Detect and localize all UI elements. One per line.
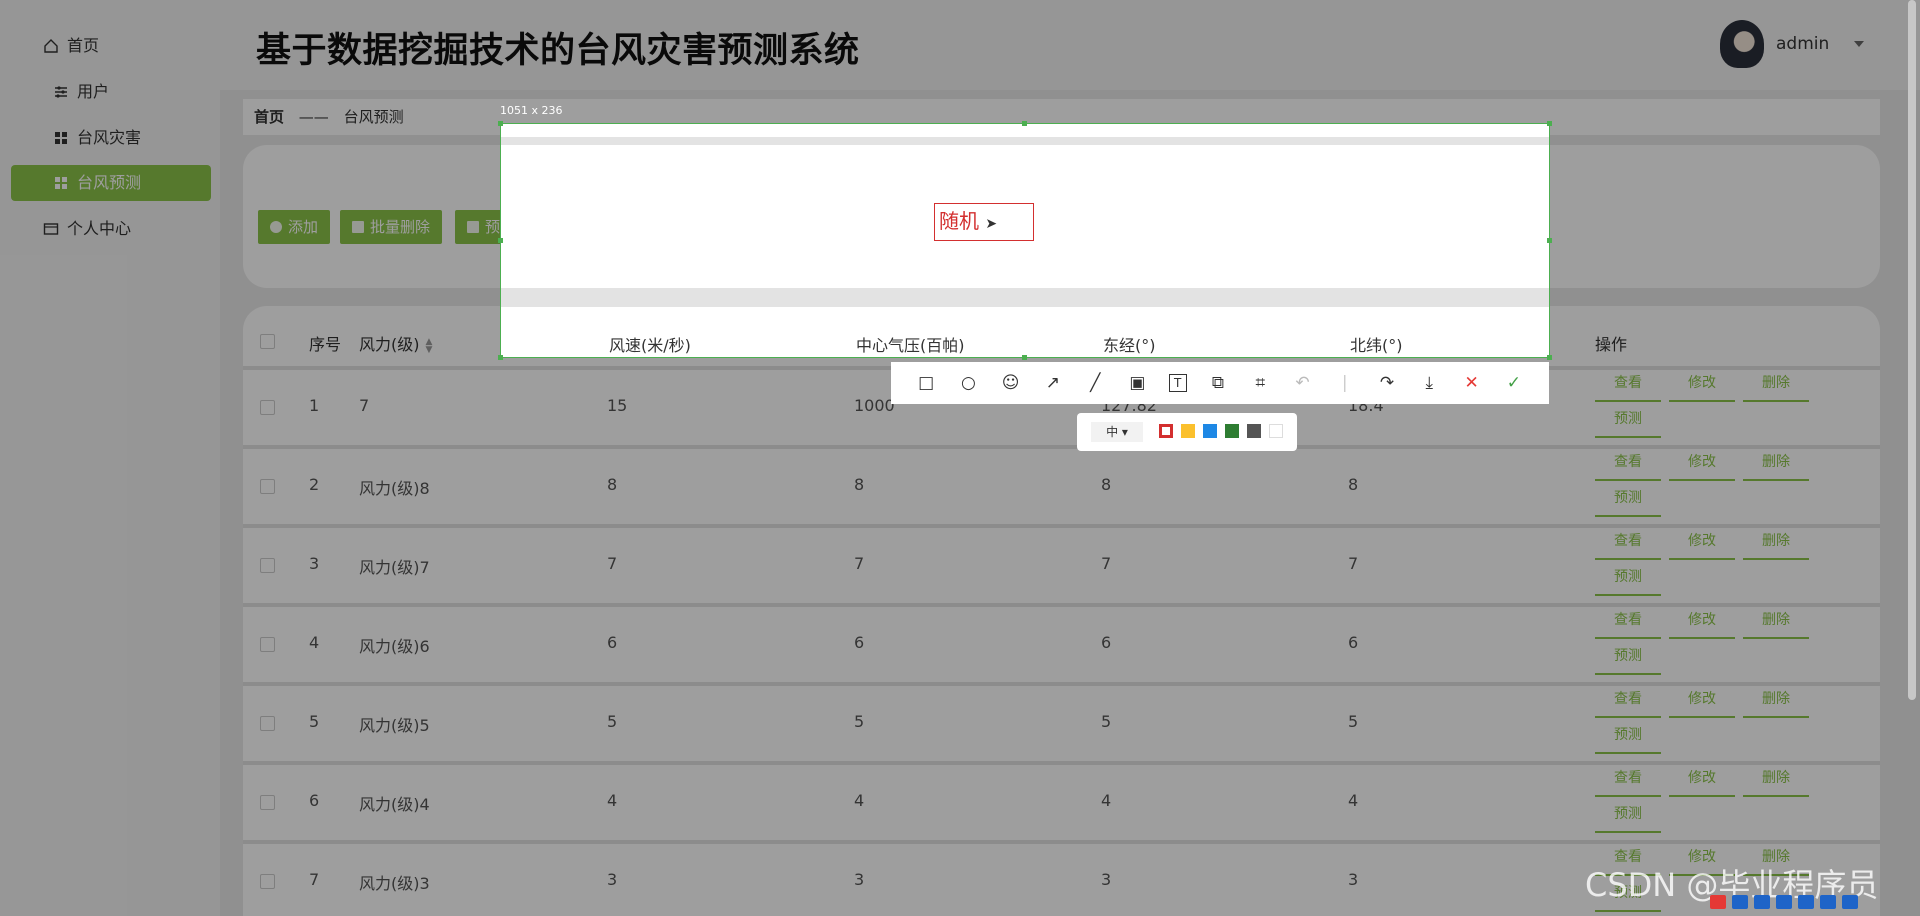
resize-handle[interactable]	[1022, 355, 1027, 360]
line-tool-icon[interactable]: ╱	[1084, 372, 1106, 394]
resize-handle[interactable]	[498, 238, 503, 243]
tray-icon	[1820, 895, 1836, 909]
download-icon[interactable]: ⤓	[1418, 372, 1440, 394]
copy-tool-icon[interactable]: ⧉	[1207, 372, 1229, 394]
color-swatch-blue[interactable]	[1203, 424, 1217, 438]
rectangle-tool-icon[interactable]: □	[915, 372, 937, 394]
emoji-tool-icon[interactable]: ☺	[1000, 372, 1022, 394]
close-icon[interactable]: ✕	[1461, 372, 1483, 394]
resize-handle[interactable]	[498, 355, 503, 360]
color-swatch-red[interactable]	[1159, 424, 1173, 438]
font-size-select[interactable]: 中 ▾	[1091, 422, 1143, 442]
selection-size-label: 1051 x 236	[500, 104, 563, 117]
tray-icon	[1776, 895, 1792, 909]
ime-icon	[1710, 895, 1726, 909]
divider: |	[1341, 373, 1348, 393]
tray-icon	[1754, 895, 1770, 909]
tray-icon	[1842, 895, 1858, 909]
resize-handle[interactable]	[1022, 121, 1027, 126]
resize-handle[interactable]	[1547, 355, 1552, 360]
cursor-icon: ➤	[985, 216, 998, 232]
text-annotation[interactable]: 随机 ➤	[934, 203, 1034, 241]
color-swatch-green[interactable]	[1225, 424, 1239, 438]
ocr-tool-icon[interactable]: ⌗	[1249, 372, 1271, 394]
tray-icon	[1732, 895, 1748, 909]
color-swatch-gray[interactable]	[1247, 424, 1261, 438]
system-tray	[1710, 888, 1920, 916]
resize-handle[interactable]	[1547, 121, 1552, 126]
share-icon[interactable]: ↷	[1376, 372, 1398, 394]
capture-toolbar: □ ○ ☺ ↗ ╱ ▣ T ⧉ ⌗ ↶ | ↷ ⤓ ✕ ✓	[891, 362, 1549, 404]
color-swatch-yellow[interactable]	[1181, 424, 1195, 438]
color-swatch-white[interactable]	[1269, 424, 1283, 438]
undo-icon[interactable]: ↶	[1292, 372, 1314, 394]
resize-handle[interactable]	[1547, 238, 1552, 243]
resize-handle[interactable]	[498, 121, 503, 126]
mosaic-tool-icon[interactable]: ▣	[1126, 372, 1148, 394]
tray-icon	[1798, 895, 1814, 909]
confirm-icon[interactable]: ✓	[1503, 372, 1525, 394]
scrollbar[interactable]	[1908, 0, 1916, 700]
text-tool-icon[interactable]: T	[1168, 374, 1187, 392]
ellipse-tool-icon[interactable]: ○	[957, 372, 979, 394]
arrow-tool-icon[interactable]: ↗	[1042, 372, 1064, 394]
